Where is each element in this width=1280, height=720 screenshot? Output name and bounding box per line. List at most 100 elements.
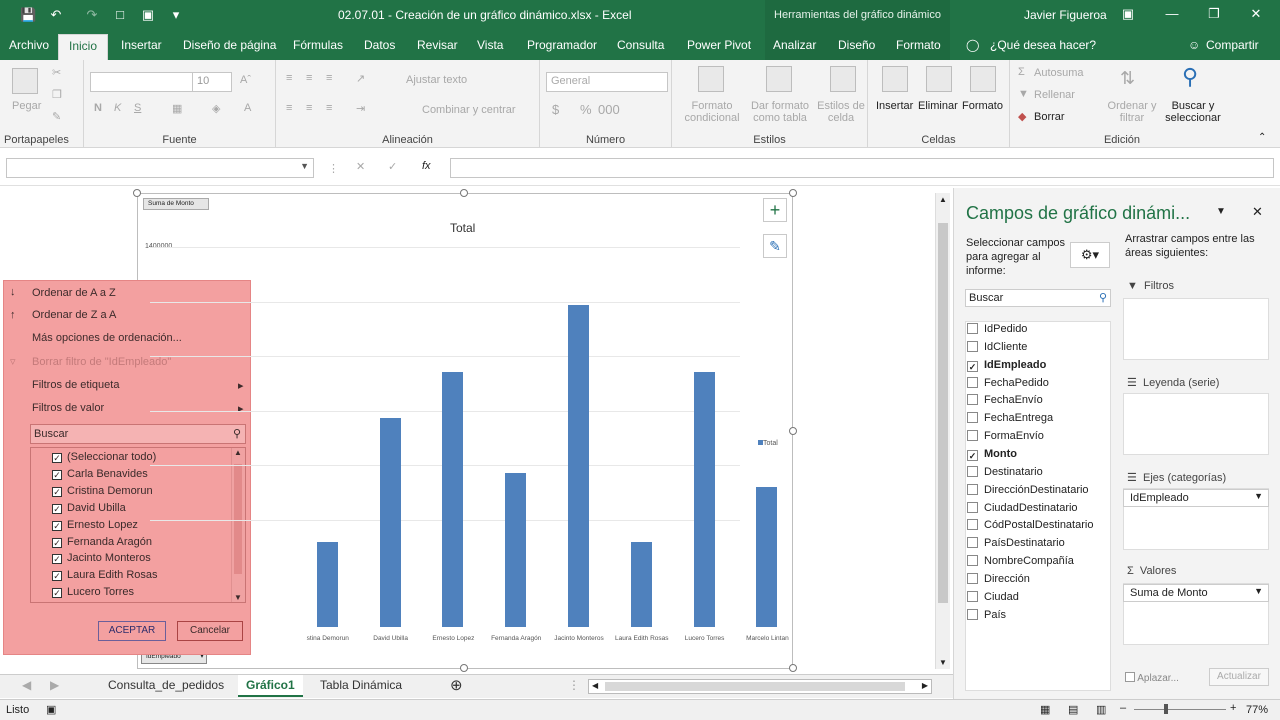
user-name[interactable]: Javier Figueroa <box>1024 8 1107 22</box>
checkbox-checked-icon[interactable]: ✓ <box>967 449 978 461</box>
field-item[interactable]: FechaEnvío <box>967 394 1043 406</box>
insert-cells-icon[interactable] <box>882 66 908 92</box>
field-item[interactable]: DirecciónDestinatario <box>967 483 1089 496</box>
field-item[interactable]: CódPostalDestinatario <box>967 519 1093 531</box>
fill-button[interactable]: Rellenar <box>1034 89 1075 101</box>
conditional-format-icon[interactable] <box>698 66 724 92</box>
field-item[interactable]: FormaEnvío <box>967 430 1044 442</box>
bar-5[interactable] <box>505 472 527 627</box>
bar-4[interactable] <box>442 371 464 627</box>
checkbox-icon[interactable] <box>967 340 978 352</box>
resize-handle[interactable] <box>789 189 797 197</box>
zoom-in-icon[interactable]: + <box>1230 702 1236 714</box>
cut-icon[interactable]: ✂ <box>52 66 61 79</box>
field-item[interactable]: País <box>967 608 1006 621</box>
update-button[interactable]: Actualizar <box>1209 668 1269 686</box>
delete-cells-icon[interactable] <box>926 66 952 92</box>
chart-elements-button[interactable]: + <box>763 198 787 222</box>
percent-icon[interactable]: % <box>580 102 592 117</box>
insert-cells-button[interactable]: Insertar <box>876 100 913 112</box>
bar-2[interactable] <box>316 541 338 627</box>
indent-icon[interactable]: ⇥ <box>356 102 365 115</box>
legend-drop-area[interactable] <box>1123 393 1269 455</box>
customize-qat-icon[interactable]: ▾ <box>168 7 184 23</box>
resize-handle[interactable] <box>460 189 468 197</box>
print-preview-icon[interactable]: ▣ <box>140 7 156 23</box>
search-icon[interactable]: ⚲ <box>233 427 241 440</box>
redo-icon[interactable]: ↷ <box>84 7 100 23</box>
tab-insertar[interactable]: Insertar <box>121 38 162 52</box>
normal-view-icon[interactable]: ▦ <box>1040 703 1050 716</box>
search-icon[interactable]: ⚲ <box>1099 291 1107 304</box>
sheet-tab[interactable]: Tabla Dinámica <box>320 678 402 692</box>
merge-center-button[interactable]: Combinar y centrar <box>422 104 516 116</box>
collapse-ribbon-icon[interactable]: ⌃ <box>1258 132 1266 143</box>
bar-8[interactable] <box>693 371 715 627</box>
field-item[interactable]: ✓ Monto <box>967 448 1017 461</box>
checkbox-checked-icon[interactable]: ✓ <box>52 571 62 582</box>
ribbon-display-icon[interactable]: ▣ <box>1118 6 1138 22</box>
table-format-icon[interactable] <box>766 66 792 92</box>
align-middle-icon[interactable]: ≡ <box>306 72 312 84</box>
cancel-formula-icon[interactable]: ✕ <box>356 160 365 173</box>
bold-icon[interactable]: N <box>94 102 102 114</box>
filter-item[interactable]: ✓ Lucero Torres <box>52 586 134 599</box>
clear-filter-item[interactable]: Borrar filtro de "IdEmpleado" <box>32 356 171 368</box>
ok-button[interactable]: ACEPTAR <box>98 621 166 641</box>
format-cells-icon[interactable] <box>970 66 996 92</box>
tab-revisar[interactable]: Revisar <box>417 38 458 52</box>
eraser-icon[interactable]: ◆ <box>1018 110 1026 123</box>
filter-item[interactable]: ✓ Laura Edith Rosas <box>52 569 158 582</box>
delete-cells-button[interactable]: Eliminar <box>918 100 958 112</box>
field-search-input[interactable]: Buscar ⚲ <box>965 289 1111 307</box>
font-color-icon[interactable]: A <box>244 102 251 114</box>
cell-styles-icon[interactable] <box>830 66 856 92</box>
sort-za-item[interactable]: Ordenar de Z a A <box>32 309 116 321</box>
checkbox-icon[interactable] <box>967 572 978 584</box>
prev-sheet-icon[interactable]: ◀ <box>22 678 31 692</box>
checkbox-icon[interactable] <box>967 608 978 620</box>
checkbox-checked-icon[interactable]: ✓ <box>52 503 62 514</box>
field-item[interactable]: FechaEntrega <box>967 412 1053 424</box>
field-item[interactable]: IdPedido <box>967 323 1027 335</box>
align-center-icon[interactable]: ≡ <box>306 102 312 114</box>
sheet-tab[interactable]: Consulta_de_pedidos <box>108 678 224 692</box>
resize-handle[interactable] <box>789 427 797 435</box>
value-field-button[interactable]: Suma de Monto <box>143 198 209 210</box>
checkbox-checked-icon[interactable]: ✓ <box>52 588 62 599</box>
filter-item[interactable]: ✓ Jacinto Monteros <box>52 552 151 565</box>
align-bottom-icon[interactable]: ≡ <box>326 72 332 84</box>
filter-item[interactable]: ✓ (Seleccionar todo) <box>52 451 156 463</box>
horizontal-scrollbar[interactable]: ◀ ▶ <box>588 679 932 694</box>
tab-analizar[interactable]: Analizar <box>773 38 816 52</box>
italic-icon[interactable]: K <box>114 102 121 114</box>
tell-me-input[interactable]: ¿Qué desea hacer? <box>990 38 1096 52</box>
field-item[interactable]: PaísDestinatario <box>967 537 1065 549</box>
checkbox-icon[interactable] <box>967 376 978 388</box>
new-file-icon[interactable]: □ <box>112 7 128 23</box>
chart-styles-button[interactable]: ✎ <box>763 234 787 258</box>
field-item[interactable]: FechaPedido <box>967 376 1049 389</box>
bar-7[interactable] <box>630 541 652 627</box>
find-icon[interactable]: ⚲ <box>1182 64 1198 90</box>
filter-item[interactable]: ✓ David Ubilla <box>52 502 126 514</box>
tab-formato[interactable]: Formato <box>896 38 941 52</box>
borders-icon[interactable]: ▦ <box>172 102 182 115</box>
orientation-icon[interactable]: ↗ <box>356 72 365 85</box>
number-format-dropdown[interactable]: General <box>546 72 668 92</box>
checkbox-checked-icon[interactable]: ✓ <box>52 520 62 531</box>
field-list-settings-icon[interactable]: ⚙▾ <box>1070 242 1110 268</box>
filter-item[interactable]: ✓ Cristina Demorun <box>52 485 153 497</box>
font-name-dropdown[interactable] <box>90 72 194 92</box>
filter-item[interactable]: ✓ Fernanda Aragón <box>52 536 152 548</box>
tab-consulta[interactable]: Consulta <box>617 38 664 52</box>
sort-az-item[interactable]: Ordenar de A a Z <box>32 287 116 299</box>
minimize-icon[interactable]: — <box>1162 6 1182 21</box>
more-sort-item[interactable]: Más opciones de ordenación... <box>32 332 182 344</box>
chart-title[interactable]: Total <box>450 221 475 235</box>
wrap-text-button[interactable]: Ajustar texto <box>406 74 467 86</box>
conditional-format-button[interactable]: Formato condicional <box>680 100 744 124</box>
filter-item[interactable]: ✓ Carla Benavides <box>52 468 148 480</box>
filter-search-input[interactable]: Buscar ⚲ <box>30 424 246 444</box>
checkbox-checked-icon[interactable]: ✓ <box>967 360 978 372</box>
